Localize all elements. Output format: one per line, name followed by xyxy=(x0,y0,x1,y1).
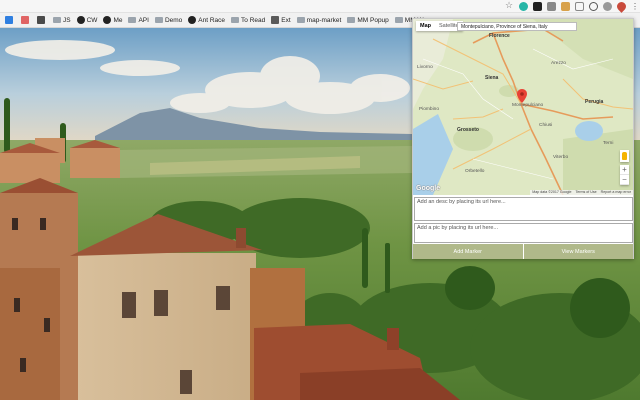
bookmark-to-read[interactable]: To Read xyxy=(228,13,268,27)
map-marker-pin-icon[interactable] xyxy=(517,89,527,103)
github-icon xyxy=(103,16,112,24)
menu-icon[interactable]: ⋮ xyxy=(631,2,639,11)
circle-slash-extension-icon[interactable] xyxy=(589,2,598,11)
bookmark-label: Ext xyxy=(281,16,291,24)
teal-circle-extension-icon[interactable] xyxy=(519,2,528,11)
zoom-out-button[interactable]: − xyxy=(620,175,629,185)
bookmark-label: Ant Race xyxy=(198,16,226,24)
map-search-input[interactable]: Montepulciano, Province of Siena, Italy xyxy=(457,22,577,31)
folder-icon xyxy=(347,17,356,23)
bookmark-label: To Read xyxy=(241,16,266,24)
bookmark-cw[interactable]: CW xyxy=(74,13,101,27)
folder-icon xyxy=(296,17,305,23)
pic-url-field[interactable] xyxy=(414,223,633,243)
striped-extension-icon[interactable] xyxy=(561,2,570,11)
github-icon xyxy=(76,16,85,24)
view-markers-button[interactable]: View Markers xyxy=(523,244,633,259)
bookmark-label: Demo xyxy=(164,16,183,24)
map-place-label: Grosseto xyxy=(457,127,479,133)
map-place-label: Terni xyxy=(603,141,614,146)
report-error-link[interactable]: Report a map error xyxy=(601,190,631,195)
zoom-in-button[interactable]: + xyxy=(620,165,629,175)
bookmark-label: Me xyxy=(113,16,123,24)
dark-square-extension-icon[interactable] xyxy=(533,2,542,11)
map-place-label: Livorno xyxy=(417,65,433,70)
desc-url-field[interactable] xyxy=(414,197,633,221)
map-place-label: Florence xyxy=(489,33,510,39)
bookmark-ext[interactable]: Ext xyxy=(268,13,293,27)
bookmark-demo[interactable]: Demo xyxy=(152,13,185,27)
map-type-control: Map Satellite xyxy=(416,21,463,31)
tab-map[interactable]: Map xyxy=(416,21,435,31)
folder-icon xyxy=(128,17,137,23)
map-data-credit: Map data ©2017 Google xyxy=(532,190,572,194)
star-bookmark-icon[interactable]: ☆ xyxy=(505,0,513,10)
google-logo: Google xyxy=(416,185,441,192)
bookmark-label: map-market xyxy=(306,16,342,24)
google-map[interactable]: Map Satellite Montepulciano, Province of… xyxy=(413,19,633,195)
bookmark-label: CW xyxy=(86,16,98,24)
map-attribution: Map data ©2017 Google Terms of Use Repor… xyxy=(530,190,633,195)
map-place-label: Piombino xyxy=(419,107,439,112)
map-place-label: Perugia xyxy=(585,99,604,105)
folder-icon xyxy=(154,17,163,23)
extension-puzzle-icon xyxy=(271,16,280,24)
map-place-label: Siena xyxy=(485,75,499,81)
github-icon xyxy=(188,16,197,24)
map-place-label: Orbetello xyxy=(465,169,485,174)
gray-square-extension-icon[interactable] xyxy=(547,2,556,11)
folder-icon xyxy=(231,17,240,23)
bookmark-shield[interactable] xyxy=(34,13,50,27)
grid-icon xyxy=(21,16,29,24)
map-marker-popup: Map Satellite Montepulciano, Province of… xyxy=(412,18,634,259)
bookmark-grid[interactable] xyxy=(18,13,34,27)
terms-link[interactable]: Terms of Use xyxy=(575,190,596,195)
folder-icon xyxy=(53,17,61,23)
bookmark-map-market[interactable]: map-market xyxy=(294,13,345,27)
map-place-label: Viterbo xyxy=(553,155,569,160)
finder-icon xyxy=(5,16,13,24)
map-place-label: Chiusi xyxy=(539,123,553,128)
add-marker-button[interactable]: Add Marker xyxy=(413,244,523,259)
map-marker-extension-icon[interactable] xyxy=(615,0,628,13)
bookmark-mm-popup[interactable]: MM Popup xyxy=(344,13,391,27)
bookmark-ant-race[interactable]: Ant Race xyxy=(185,13,228,27)
popup-actions: Add Marker View Markers xyxy=(413,244,633,259)
map-place-label: Arezzo xyxy=(551,61,566,66)
bookmark-api[interactable]: API xyxy=(125,13,151,27)
zoom-control: + − xyxy=(620,165,629,185)
bookmark-label: MM Popup xyxy=(357,16,389,24)
gray-circle-extension-icon[interactable] xyxy=(603,2,612,11)
bookmark-finder[interactable] xyxy=(2,13,18,27)
browser-toolbar: ☆ ⋮ xyxy=(0,0,640,13)
shield-icon xyxy=(37,16,45,24)
bookmark-label: JS xyxy=(63,16,71,24)
outline-square-extension-icon[interactable] xyxy=(575,2,584,11)
folder-icon xyxy=(394,17,403,23)
pegman-icon[interactable] xyxy=(620,150,629,162)
bookmark-js[interactable]: JS xyxy=(50,13,74,27)
bookmark-me[interactable]: Me xyxy=(100,13,125,27)
bookmark-label: API xyxy=(138,16,149,24)
map-place-label: Montepulciano xyxy=(512,103,544,108)
